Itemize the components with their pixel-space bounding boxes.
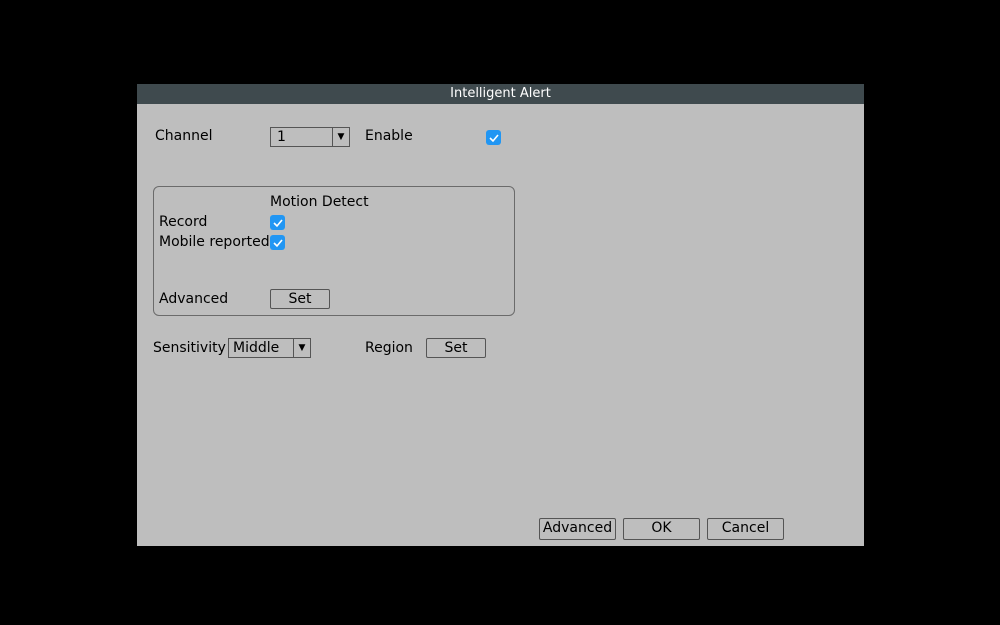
region-label: Region bbox=[365, 340, 413, 356]
sensitivity-select[interactable]: Middle ▼ bbox=[228, 338, 311, 358]
advanced-set-button[interactable]: Set bbox=[270, 289, 330, 309]
cancel-button[interactable]: Cancel bbox=[707, 518, 784, 540]
motion-detect-group: Motion Detect Record Mobile reported Adv… bbox=[153, 186, 515, 316]
check-icon bbox=[273, 218, 283, 228]
advanced-button[interactable]: Advanced bbox=[539, 518, 616, 540]
mobile-reported-label: Mobile reported bbox=[159, 234, 270, 250]
channel-label: Channel bbox=[155, 128, 212, 144]
channel-select[interactable]: 1 ▼ bbox=[270, 127, 350, 147]
enable-checkbox[interactable] bbox=[486, 130, 501, 145]
chevron-down-icon: ▼ bbox=[333, 128, 349, 146]
record-checkbox[interactable] bbox=[270, 215, 285, 230]
intelligent-alert-dialog: Intelligent Alert Channel 1 ▼ Enable Mot… bbox=[137, 84, 864, 546]
dialog-title: Intelligent Alert bbox=[137, 84, 864, 104]
region-set-button[interactable]: Set bbox=[426, 338, 486, 358]
enable-label: Enable bbox=[365, 128, 413, 144]
advanced-row-label: Advanced bbox=[159, 291, 228, 307]
chevron-down-icon: ▼ bbox=[294, 339, 310, 357]
check-icon bbox=[489, 133, 499, 143]
record-label: Record bbox=[159, 214, 207, 230]
ok-button[interactable]: OK bbox=[623, 518, 700, 540]
check-icon bbox=[273, 238, 283, 248]
sensitivity-value: Middle bbox=[229, 339, 294, 357]
mobile-reported-checkbox[interactable] bbox=[270, 235, 285, 250]
channel-value: 1 bbox=[271, 128, 333, 146]
motion-detect-title: Motion Detect bbox=[270, 194, 369, 210]
sensitivity-label: Sensitivity bbox=[153, 340, 226, 356]
